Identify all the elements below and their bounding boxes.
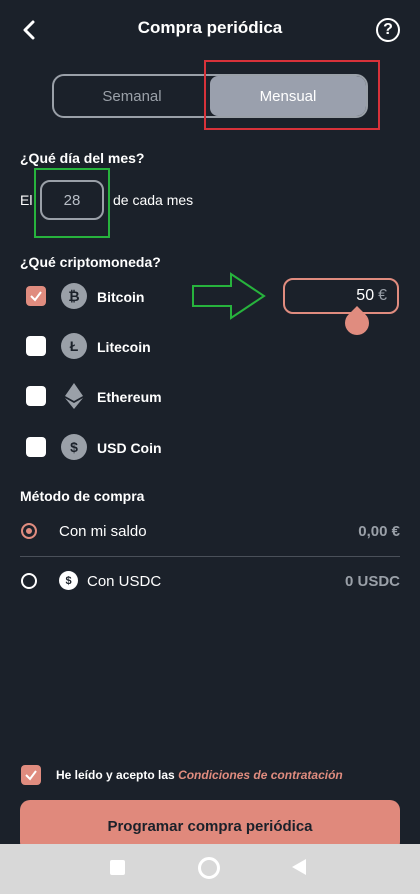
back-triangle-icon[interactable]: [292, 859, 306, 875]
radio-con-mi-saldo[interactable]: [21, 523, 37, 539]
highlight-box-red: [204, 60, 380, 130]
checkbox-usd-coin[interactable]: [26, 437, 46, 457]
tab-semanal[interactable]: Semanal: [54, 76, 210, 116]
recent-apps-icon[interactable]: [110, 860, 125, 875]
payment-value-saldo: 0,00 €: [358, 523, 400, 540]
payment-label-saldo: Con mi saldo: [59, 523, 147, 540]
coin-label-litecoin: Litecoin: [97, 339, 151, 355]
check-icon: [30, 291, 42, 302]
coin-label-bitcoin: Bitcoin: [97, 289, 145, 305]
radio-con-usdc[interactable]: [21, 573, 37, 589]
day-section-heading: ¿Qué día del mes?: [20, 150, 145, 166]
day-suffix-label: de cada mes: [113, 192, 194, 208]
check-icon: [25, 770, 37, 781]
payment-label-usdc: Con USDC: [87, 573, 162, 590]
usdc-icon: $: [59, 571, 78, 590]
checkbox-ethereum[interactable]: [26, 386, 46, 406]
usd-coin-icon: $: [61, 434, 87, 460]
amount-value: 50: [356, 287, 375, 304]
bitcoin-icon: ₿: [61, 283, 87, 309]
coin-label-ethereum: Ethereum: [97, 389, 162, 405]
coin-label-usd-coin: USD Coin: [97, 440, 162, 456]
terms-link[interactable]: Condiciones de contratación: [178, 768, 343, 782]
ethereum-icon: [64, 383, 84, 414]
day-prefix-label: El: [20, 192, 33, 208]
checkbox-litecoin[interactable]: [26, 336, 46, 356]
help-button[interactable]: ?: [376, 18, 400, 42]
help-icon: ?: [383, 21, 393, 38]
litecoin-icon: Ł: [61, 333, 87, 359]
page-title: Compra periódica: [137, 18, 283, 37]
home-icon[interactable]: [198, 857, 220, 879]
divider: [20, 556, 400, 557]
crypto-section-heading: ¿Qué criptomoneda?: [20, 254, 161, 270]
terms-label: He leído y acepto las: [56, 768, 175, 782]
arrow-right-icon: [192, 272, 266, 320]
terms-text: He leído y acepto las Condiciones de con…: [56, 768, 343, 782]
checkbox-bitcoin[interactable]: [26, 286, 46, 306]
payment-section-heading: Método de compra: [20, 488, 145, 504]
payment-value-usdc: 0 USDC: [344, 573, 400, 590]
highlight-box-green: [34, 168, 110, 238]
checkbox-terms[interactable]: [21, 765, 41, 785]
amount-input[interactable]: 50 €: [283, 278, 399, 314]
amount-currency: €: [378, 287, 387, 304]
